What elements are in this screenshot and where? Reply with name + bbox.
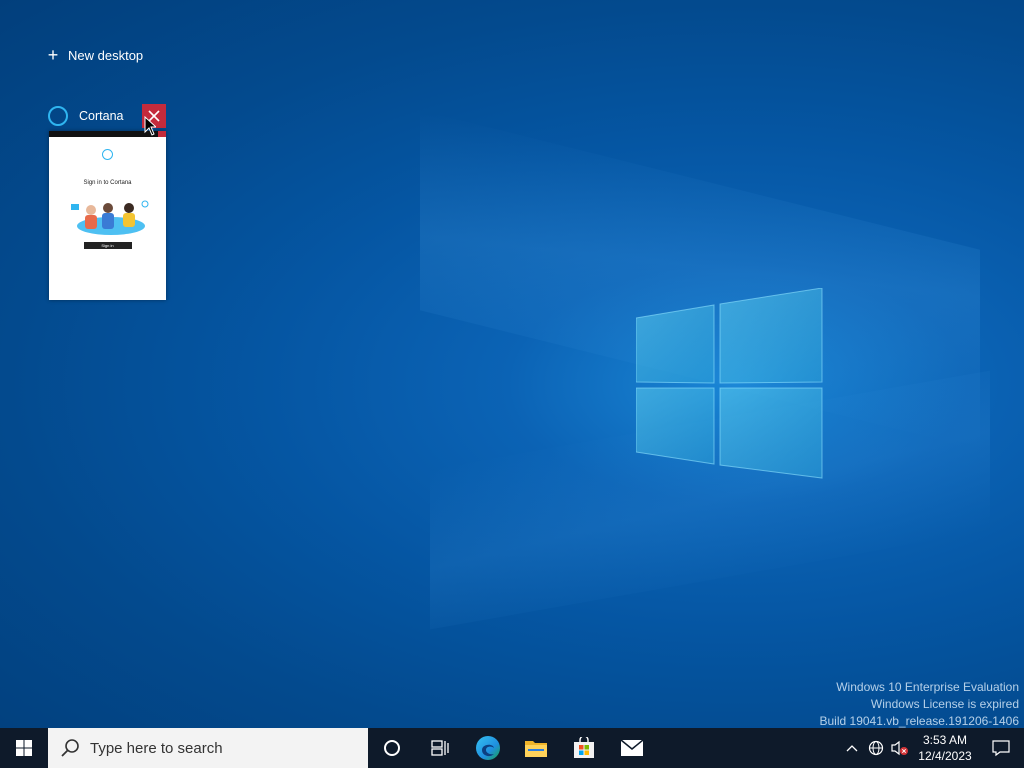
mail-taskbar-button[interactable] bbox=[608, 728, 656, 768]
thumbnail-heading: Sign in to Cortana bbox=[83, 180, 132, 186]
thumbnail-greeting: ​ bbox=[49, 172, 166, 177]
mouse-cursor-icon bbox=[144, 116, 156, 136]
task-view-icon bbox=[431, 740, 449, 756]
clock-time: 3:53 AM bbox=[922, 733, 968, 747]
taskbar-search-box[interactable]: Type here to search bbox=[48, 728, 368, 768]
new-desktop-button[interactable]: + New desktop bbox=[46, 44, 143, 66]
watermark-edition: Windows 10 Enterprise Evaluation bbox=[836, 680, 1019, 694]
cortana-circle-icon bbox=[384, 740, 400, 756]
search-placeholder: Type here to search bbox=[90, 739, 223, 757]
microsoft-store-taskbar-button[interactable] bbox=[560, 728, 608, 768]
window-thumbnail[interactable]: ​ Sign in to Cortana Sign in ​ ​ ​ bbox=[49, 131, 166, 300]
search-icon bbox=[61, 739, 79, 757]
cortana-button[interactable] bbox=[368, 728, 416, 768]
thumbnail-fine-print: ​ bbox=[57, 254, 158, 258]
chevron-up-icon bbox=[846, 745, 858, 752]
show-hidden-icons-button[interactable] bbox=[840, 728, 864, 768]
file-explorer-taskbar-button[interactable] bbox=[512, 728, 560, 768]
action-center-button[interactable] bbox=[978, 728, 1024, 768]
watermark-license: Windows License is expired bbox=[870, 697, 1019, 711]
globe-icon bbox=[868, 740, 884, 756]
system-tray: 3:53 AM 12/4/2023 bbox=[840, 728, 1024, 768]
edge-icon bbox=[476, 736, 500, 760]
new-desktop-label: New desktop bbox=[68, 47, 144, 63]
network-button[interactable] bbox=[864, 728, 888, 768]
taskbar-clock[interactable]: 3:53 AM 12/4/2023 bbox=[912, 732, 978, 764]
clock-date: 12/4/2023 bbox=[918, 749, 972, 763]
cortana-icon bbox=[102, 149, 113, 160]
volume-muted-icon bbox=[891, 740, 908, 756]
mail-icon bbox=[620, 739, 644, 756]
volume-button[interactable] bbox=[888, 728, 912, 768]
thumbnail-signin-button: Sign in bbox=[83, 242, 132, 249]
microsoft-store-icon bbox=[574, 737, 594, 758]
notification-icon bbox=[992, 740, 1010, 757]
file-explorer-icon bbox=[525, 741, 547, 757]
plus-icon: + bbox=[47, 45, 59, 65]
thumbnail-fine-print: ​ bbox=[57, 268, 158, 272]
window-title: Cortana bbox=[79, 109, 124, 123]
cortana-icon bbox=[48, 106, 68, 126]
edge-taskbar-button[interactable] bbox=[464, 728, 512, 768]
windows-watermark: Windows 10 Enterprise Evaluation Windows… bbox=[820, 679, 1020, 730]
start-button[interactable] bbox=[0, 728, 48, 768]
wallpaper-windows-logo bbox=[636, 288, 823, 479]
cortana-illustration-icon bbox=[70, 200, 148, 235]
windows-start-icon bbox=[16, 740, 32, 756]
task-view-button[interactable] bbox=[416, 728, 464, 768]
thumbnail-privacy-link: ​ bbox=[49, 274, 166, 278]
taskbar: Type here to search 3:53 AM 12/4/2023 bbox=[0, 728, 1024, 768]
